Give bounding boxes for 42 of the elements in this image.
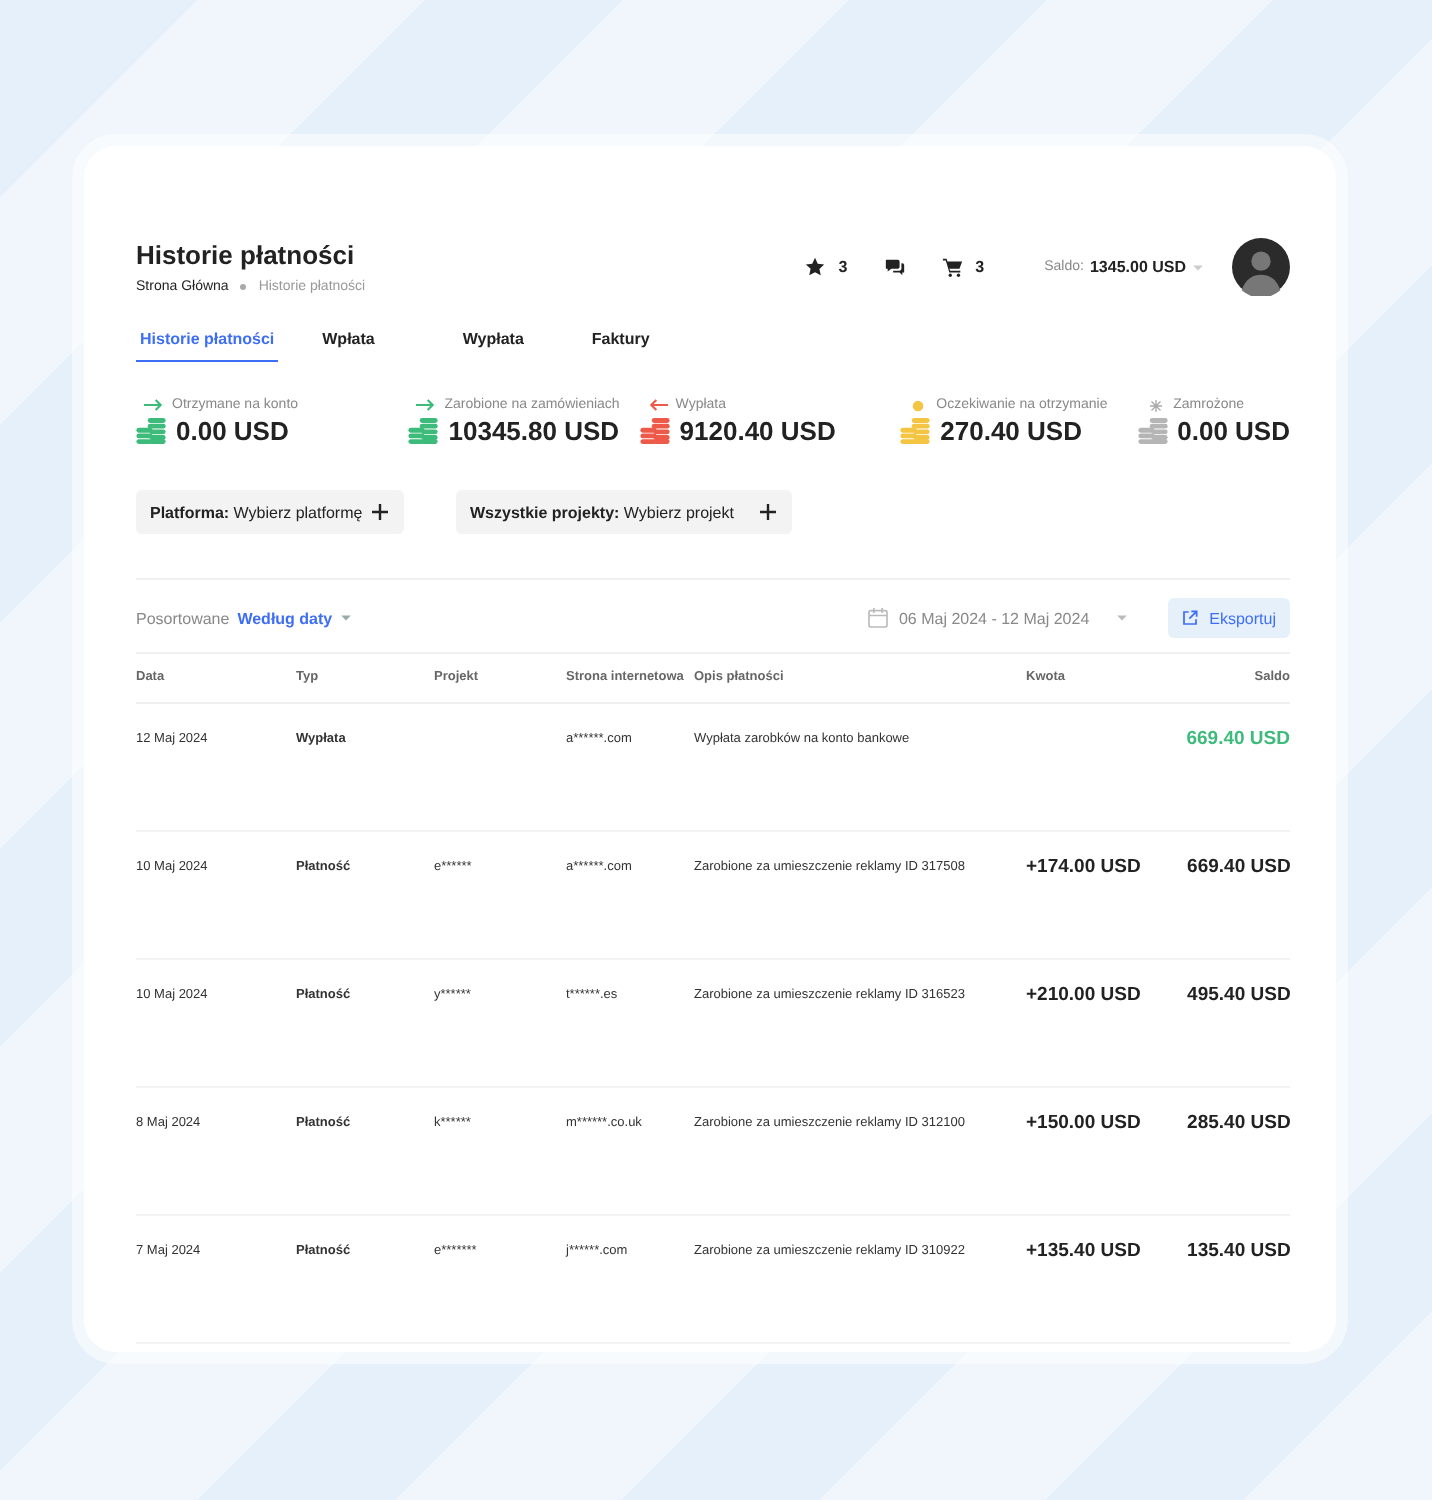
balance-value[interactable]: 1345.00 USD xyxy=(1089,258,1186,276)
balance-cell-text: 285.40 USD xyxy=(1185,1112,1291,1134)
filter-button[interactable]: Wszystkie projekty: Wybierz projekt xyxy=(456,490,792,534)
stat-value: 10345.80 USD xyxy=(448,416,620,446)
favorites-count: 3 xyxy=(838,258,848,276)
avatar[interactable] xyxy=(1232,238,1290,296)
chat-icon[interactable] xyxy=(883,256,906,278)
amount-cell: +210.00 USD xyxy=(1026,984,1141,1006)
sort-label: Posortowane xyxy=(136,609,230,627)
date-range-dropdown[interactable]: 06 Maj 2024 - 12 Maj 2024 xyxy=(898,609,1090,627)
cart-icon[interactable] xyxy=(941,256,964,278)
amount-cell: +135.40 USD xyxy=(1026,1240,1141,1262)
tab[interactable]: Faktury xyxy=(587,322,654,362)
external-link-icon xyxy=(1181,610,1198,626)
arrow-left-icon xyxy=(647,398,668,412)
dot-icon xyxy=(912,399,925,411)
tab[interactable]: Historie płatności xyxy=(136,322,279,362)
balance-cell-text: 669.40 USD xyxy=(1184,728,1290,750)
stat-value: 0.00 USD xyxy=(1177,416,1290,446)
plus-icon xyxy=(760,504,776,520)
star-icon[interactable] xyxy=(804,256,827,278)
filter-button[interactable]: Platforma: Wybierz platformę xyxy=(136,490,404,534)
cart-count: 3 xyxy=(975,258,985,276)
arrow-right-icon xyxy=(416,398,437,412)
sort-dropdown[interactable]: Według daty xyxy=(237,609,353,627)
stat-value: 9120.40 USD xyxy=(679,416,836,446)
stat-value: 0.00 USD xyxy=(176,416,289,446)
snowflake-icon xyxy=(1149,399,1162,411)
stat-value: 270.40 USD xyxy=(940,416,1082,446)
amount-cell: +174.00 USD xyxy=(1026,856,1141,878)
balance-cell-text: 135.40 USD xyxy=(1185,1240,1291,1262)
page-title: Historie płatności xyxy=(136,240,357,270)
export-button[interactable]: Eksportuj xyxy=(1167,598,1290,638)
plus-icon xyxy=(372,504,388,520)
arrow-right-icon xyxy=(144,398,164,412)
amount-cell: +150.00 USD xyxy=(1026,1112,1141,1134)
calendar-icon xyxy=(868,608,889,628)
caret-icon xyxy=(340,614,353,622)
balance-cell-text: 495.40 USD xyxy=(1185,984,1291,1006)
tab[interactable]: Wypłata xyxy=(458,322,528,362)
tab[interactable]: Wpłata xyxy=(318,322,379,362)
balance-cell-text: 669.40 USD xyxy=(1185,856,1291,878)
